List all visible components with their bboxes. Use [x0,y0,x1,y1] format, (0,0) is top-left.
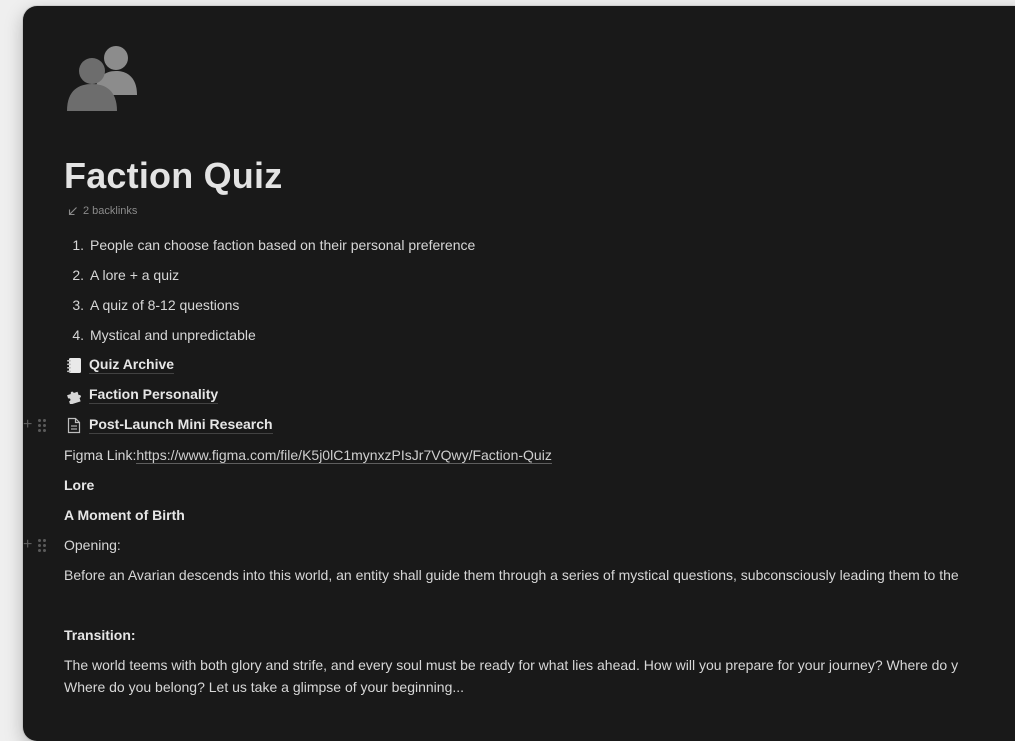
block-gutter: + [23,410,47,440]
list-item-text: A lore + a quiz [90,267,180,283]
document-icon [64,415,84,435]
opening-block[interactable]: + Opening: [23,530,1015,560]
block-gutter: + [23,530,47,560]
add-block-icon[interactable]: + [23,417,32,433]
list-item[interactable]: 1. People can choose faction based on th… [64,230,1015,260]
list-number: 3. [72,297,84,313]
list-item-text: Mystical and unpredictable [90,327,256,343]
page-link-label: Post-Launch Mini Research [89,416,273,434]
transition-label: Transition: [64,627,136,643]
page-title[interactable]: Faction Quiz [64,156,282,196]
backlinks-button[interactable]: 2 backlinks [68,204,137,218]
figma-link-block: Figma Link: https://www.figma.com/file/K… [64,440,1015,470]
drag-handle-icon[interactable] [38,538,47,552]
transition-paragraph: The world teems with both glory and stri… [64,650,1015,698]
list-item-text: A quiz of 8-12 questions [90,297,240,313]
figma-url-link[interactable]: https://www.figma.com/file/K5j0lC1mynxzP… [136,447,552,464]
page-link-label: Faction Personality [89,386,219,404]
page-link-post-launch-mini-research[interactable]: + Post-Launch Mini Research [23,410,1015,440]
add-block-icon[interactable]: + [23,537,32,553]
list-item[interactable]: 2. A lore + a quiz [64,260,1015,290]
notion-page-window: Faction Quiz 2 backlinks 1. People can c… [23,6,1015,741]
figma-link-label: Figma Link: [64,447,137,463]
backlinks-label: 2 backlinks [83,205,138,217]
page-content: 1. People can choose faction based on th… [23,230,1015,698]
opening-paragraph: Before an Avarian descends into this wor… [64,567,959,583]
page-link-faction-personality[interactable]: Faction Personality [64,380,1015,410]
list-item[interactable]: 3. A quiz of 8-12 questions [64,290,1015,320]
puzzle-icon [64,385,84,405]
page-link-quiz-archive[interactable]: Quiz Archive [64,350,1015,380]
transition-line: Where do you belong? Let us take a glimp… [64,679,465,695]
lore-heading: Lore [64,477,95,493]
list-number: 4. [72,327,84,343]
transition-line: The world teems with both glory and stri… [64,657,959,673]
list-item-text: People can choose faction based on their… [90,237,476,253]
empty-block [64,590,1015,620]
backlink-arrow-icon [68,207,77,216]
opening-label: Opening: [64,537,121,553]
page-link-label: Quiz Archive [89,356,175,374]
drag-handle-icon[interactable] [38,418,47,432]
list-item[interactable]: 4. Mystical and unpredictable [64,320,1015,350]
list-number: 2. [72,267,84,283]
silhouettes-icon[interactable] [65,39,139,113]
list-number: 1. [72,237,84,253]
moment-heading: A Moment of Birth [64,507,185,523]
notebook-icon [64,355,84,375]
